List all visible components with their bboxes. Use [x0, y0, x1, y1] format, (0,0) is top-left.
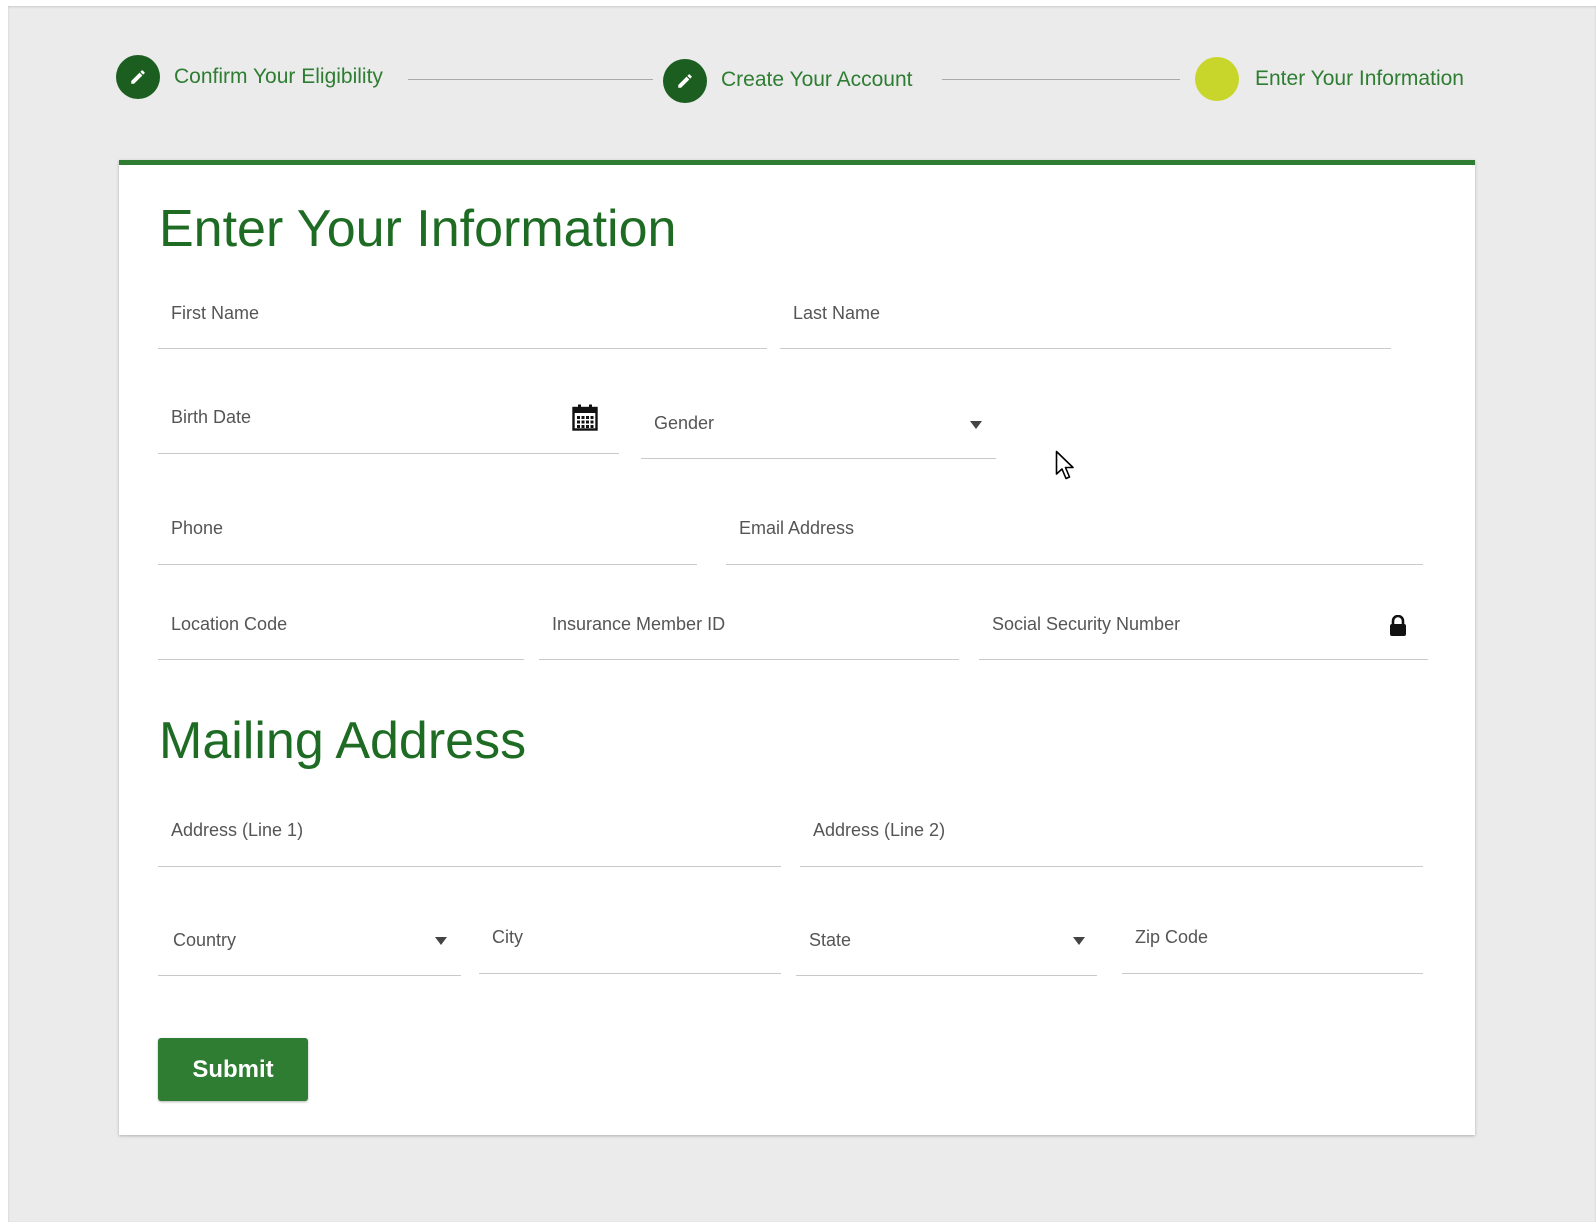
city-field[interactable]: City [479, 927, 781, 974]
pencil-icon [131, 70, 145, 84]
country-select[interactable]: Country [158, 930, 461, 976]
ssn-label: Social Security Number [992, 614, 1181, 634]
ssn-field[interactable]: Social Security Number [979, 614, 1428, 660]
phone-label: Phone [171, 518, 224, 538]
zip-code-field[interactable]: Zip Code [1122, 927, 1423, 974]
lock-icon [1390, 615, 1406, 636]
address-line1-field[interactable]: Address (Line 1) [158, 820, 781, 867]
submit-button[interactable]: Submit [158, 1038, 308, 1101]
step-2-indicator [663, 59, 707, 103]
state-label: State [809, 930, 852, 950]
email-label: Email Address [739, 518, 855, 538]
step-3-indicator [1195, 57, 1239, 101]
step-1-indicator [116, 55, 160, 99]
country-label: Country [173, 930, 237, 950]
insurance-member-id-label: Insurance Member ID [552, 614, 726, 634]
email-field[interactable]: Email Address [726, 518, 1423, 565]
phone-field[interactable]: Phone [158, 518, 697, 565]
address-line1-label: Address (Line 1) [171, 820, 304, 840]
birth-date-field[interactable]: Birth Date [158, 404, 619, 454]
step-1-label[interactable]: Confirm Your Eligibility [174, 65, 383, 89]
dropdown-arrow-icon [435, 937, 447, 945]
location-code-field[interactable]: Location Code [158, 614, 524, 660]
birth-date-label: Birth Date [171, 407, 252, 427]
address-line2-label: Address (Line 2) [813, 820, 946, 840]
step-connector [408, 79, 653, 80]
registration-form-card: Enter Your Information First Name Last N… [119, 160, 1475, 1135]
address-line2-field[interactable]: Address (Line 2) [800, 820, 1423, 867]
first-name-field[interactable]: First Name [158, 303, 767, 349]
step-3-label[interactable]: Enter Your Information [1255, 67, 1464, 91]
step-2-label[interactable]: Create Your Account [721, 68, 912, 92]
pencil-icon [678, 74, 692, 88]
city-label: City [492, 927, 523, 947]
state-select[interactable]: State [796, 930, 1097, 976]
page-title: Enter Your Information [159, 200, 677, 258]
dropdown-arrow-icon [970, 421, 982, 429]
zip-code-label: Zip Code [1135, 927, 1209, 947]
mailing-address-heading: Mailing Address [159, 712, 527, 770]
insurance-member-id-field[interactable]: Insurance Member ID [539, 614, 959, 660]
gender-label: Gender [654, 413, 715, 433]
gender-select[interactable]: Gender [641, 413, 996, 459]
last-name-field[interactable]: Last Name [780, 303, 1391, 349]
mouse-cursor-icon [1055, 450, 1074, 480]
first-name-label: First Name [171, 303, 260, 323]
dropdown-arrow-icon [1073, 937, 1085, 945]
location-code-label: Location Code [171, 614, 288, 634]
calendar-icon[interactable] [572, 404, 598, 431]
page-background: Confirm Your Eligibility Create Your Acc… [8, 6, 1596, 1222]
last-name-label: Last Name [793, 303, 881, 323]
step-connector [942, 79, 1180, 80]
